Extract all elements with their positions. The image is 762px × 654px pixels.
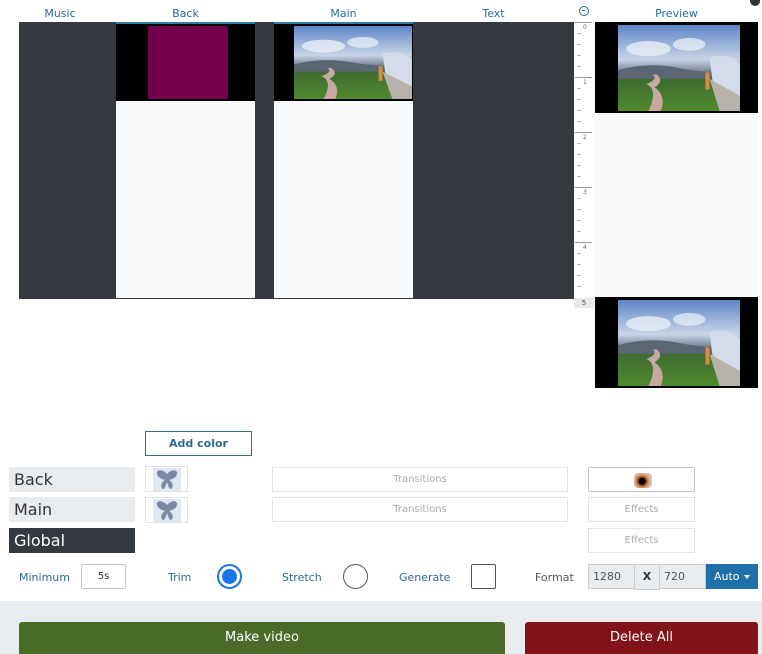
music-track[interactable] [19,22,101,298]
butterfly-icon [153,499,181,522]
stretch-label: Stretch [282,571,322,584]
preview-end-frame[interactable] [595,297,758,388]
video-editor: Music Back Main Text Preview 0 1 2 3 4 5… [0,0,762,654]
clock-icon[interactable] [579,6,589,16]
format-height-input[interactable]: 720 [659,564,706,589]
minimum-label: Minimum [19,571,70,584]
preview-panel [595,22,758,388]
add-color-button[interactable]: Add color [145,431,252,456]
main-clip-thumbnail [294,26,412,99]
format-auto-dropdown[interactable]: Auto [706,564,758,589]
preview-start-frame[interactable] [595,22,758,113]
back-effects-button[interactable] [588,467,695,492]
auto-label: Auto [714,570,740,583]
butterfly-icon [153,468,181,491]
trim-radio[interactable] [217,564,242,589]
main-transitions-button[interactable]: Transitions [272,497,568,522]
column-header-main: Main [330,7,357,20]
ruler-mark: 3 [583,189,587,196]
ruler-mark: 2 [583,134,587,141]
back-clip[interactable] [116,24,255,101]
color-clip-swatch [148,26,228,99]
layer-label-main[interactable]: Main [9,497,135,522]
ruler-mark: 4 [583,244,587,251]
ruler-end-mark: 5 [574,298,594,308]
back-layer-thumbnail[interactable] [145,466,188,492]
preview-image [618,25,740,111]
back-transitions-button[interactable]: Transitions [272,467,568,492]
preview-image [618,300,740,386]
format-separator: X [634,564,660,590]
timeline [19,22,574,299]
main-layer-thumbnail[interactable] [145,497,188,523]
close-icon[interactable] [750,0,760,6]
ruler-mark: 1 [583,79,587,86]
column-header-music: Music [44,7,76,20]
back-track[interactable] [116,22,255,298]
ruler-mark: 0 [583,24,587,31]
format-width-input[interactable]: 1280 [588,564,635,589]
global-effects-button[interactable]: Effects [588,528,695,553]
make-video-button[interactable]: Make video [19,622,505,654]
column-header-preview: Preview [655,7,698,20]
eye-icon [634,473,652,488]
stretch-radio[interactable] [343,564,368,589]
main-track[interactable] [274,22,413,298]
trim-label: Trim [168,571,192,584]
generate-label: Generate [399,571,451,584]
format-label: Format [535,571,574,584]
main-clip[interactable] [274,24,413,101]
layer-label-global[interactable]: Global [9,528,135,553]
caret-down-icon [743,575,750,579]
minimum-input[interactable]: 5s [81,564,126,589]
column-header-back: Back [172,7,199,20]
delete-all-button[interactable]: Delete All [525,622,758,654]
column-header-text: Text [482,7,505,20]
text-track[interactable] [413,22,574,298]
generate-checkbox[interactable] [471,564,496,589]
layer-label-back[interactable]: Back [9,467,135,492]
time-ruler: 0 1 2 3 4 [575,22,593,298]
main-effects-button[interactable]: Effects [588,497,695,522]
